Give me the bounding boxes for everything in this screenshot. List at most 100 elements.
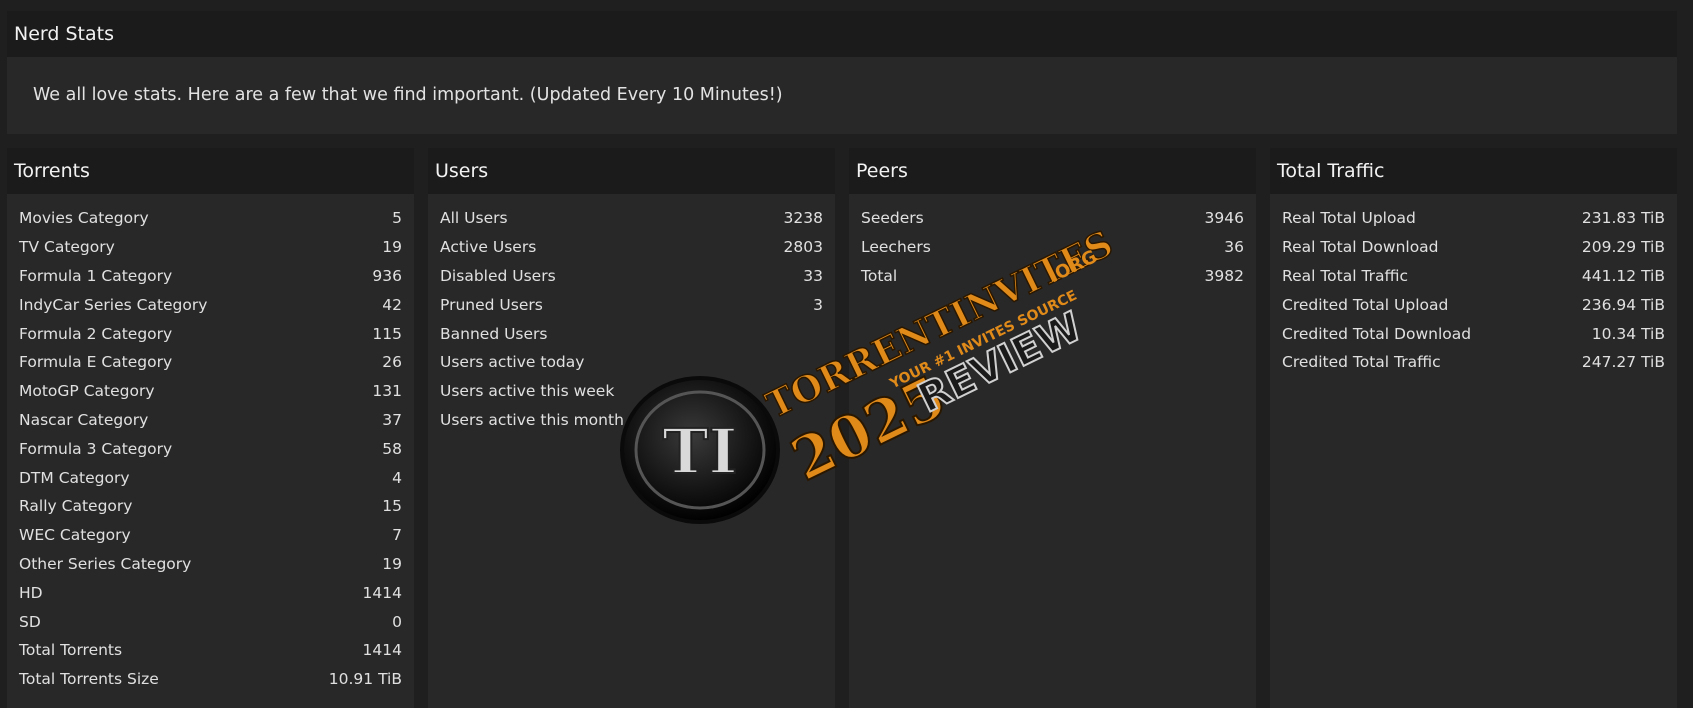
stat-row-formula-e-category: Formula E Category 26 [19, 348, 402, 377]
stat-label: Other Series Category [19, 554, 192, 573]
stat-label: Banned Users [440, 324, 548, 343]
stat-label: DTM Category [19, 468, 130, 487]
stat-label: Credited Total Download [1282, 324, 1472, 343]
stat-value: 3 [813, 295, 823, 314]
stat-value: 231.83 TiB [1581, 209, 1665, 228]
stat-label: IndyCar Series Category [19, 295, 208, 314]
stat-label: Real Total Download [1282, 238, 1439, 257]
stat-label: Credited Total Upload [1282, 295, 1449, 314]
stat-value: 10.34 TiB [1591, 324, 1665, 343]
stat-label: Total Torrents [19, 641, 123, 660]
stat-value: 936 [372, 266, 402, 285]
stat-value: 209.29 TiB [1581, 238, 1665, 257]
stat-row-disabled-users: Disabled Users 33 [440, 262, 823, 291]
stat-row-seeders: Seeders 3946 [861, 204, 1244, 233]
stat-row-users-active-this-month: Users active this month [440, 406, 823, 435]
stat-row-motogp-category: MotoGP Category 131 [19, 377, 402, 406]
stat-value: 3982 [1204, 266, 1244, 285]
stat-value: 2803 [783, 238, 823, 257]
stat-value: 58 [382, 439, 402, 458]
stat-value: 10.91 TiB [328, 670, 402, 689]
stat-label: Pruned Users [440, 295, 543, 314]
stat-row-banned-users: Banned Users [440, 319, 823, 348]
stat-value: 26 [382, 353, 402, 372]
torrents-panel-title: Torrents [14, 160, 90, 182]
users-stats-list: All Users 3238 Active Users 2803 Disabled … [428, 194, 835, 434]
stat-value: 0 [392, 612, 402, 631]
stat-row-formula-3-category: Formula 3 Category 58 [19, 434, 402, 463]
stat-value: 36 [1224, 238, 1244, 257]
stat-value: 33 [803, 266, 823, 285]
stat-value: 4 [392, 468, 402, 487]
stat-label: HD [19, 583, 43, 602]
stat-value: 131 [372, 382, 402, 401]
stat-label: Users active this week [440, 382, 615, 401]
stat-row-tv-category: TV Category 19 [19, 233, 402, 262]
stat-value: 7 [392, 526, 402, 545]
torrents-stats-list: Movies Category 5 TV Category 19 Formula 1… [7, 194, 414, 694]
stat-value: 3238 [783, 209, 823, 228]
stat-label: Formula E Category [19, 353, 173, 372]
stat-label: Rally Category [19, 497, 133, 516]
stat-label: Movies Category [19, 209, 149, 228]
stat-row-nascar-category: Nascar Category 37 [19, 406, 402, 435]
stat-row-total-torrents: Total Torrents 1414 [19, 636, 402, 665]
peers-panel-header: Peers [849, 148, 1256, 194]
stat-row-sd: SD 0 [19, 607, 402, 636]
stat-row-rally-category: Rally Category 15 [19, 492, 402, 521]
stat-label: Users active this month [440, 410, 624, 429]
stat-row-all-users: All Users 3238 [440, 204, 823, 233]
stat-row-credited-total-download: Credited Total Download 10.34 TiB [1282, 319, 1665, 348]
intro-description: We all love stats. Here are a few that w… [33, 85, 783, 105]
stat-label: Active Users [440, 238, 537, 257]
stat-row-movies-category: Movies Category 5 [19, 204, 402, 233]
torrents-panel: Torrents Movies Category 5 TV Category 19 … [7, 148, 414, 708]
stat-label: Credited Total Traffic [1282, 353, 1441, 372]
intro-header: Nerd Stats [7, 11, 1677, 57]
stat-value: 15 [382, 497, 402, 516]
traffic-stats-list: Real Total Upload 231.83 TiB Real Total D… [1270, 194, 1677, 377]
torrents-panel-header: Torrents [7, 148, 414, 194]
peers-stats-list: Seeders 3946 Leechers 36 Total 3982 [849, 194, 1256, 290]
stat-row-hd: HD 1414 [19, 578, 402, 607]
stat-label: Leechers [861, 238, 931, 257]
stat-label: All Users [440, 209, 508, 228]
stat-value: 19 [382, 554, 402, 573]
stat-value: 247.27 TiB [1581, 353, 1665, 372]
stat-label: Formula 3 Category [19, 439, 173, 458]
stat-row-active-users: Active Users 2803 [440, 233, 823, 262]
stat-label: Total Torrents Size [19, 670, 159, 689]
peers-panel: Peers Seeders 3946 Leechers 36 Total 3982 [849, 148, 1256, 708]
stat-label: SD [19, 612, 41, 631]
stat-label: Seeders [861, 209, 924, 228]
stat-value: 42 [382, 295, 402, 314]
total-traffic-panel-title: Total Traffic [1277, 160, 1385, 182]
total-traffic-panel: Total Traffic Real Total Upload 231.83 Ti… [1270, 148, 1677, 708]
total-traffic-panel-header: Total Traffic [1270, 148, 1677, 194]
intro-panel: Nerd Stats We all love stats. Here are a… [7, 11, 1677, 134]
stat-value: 1414 [362, 583, 402, 602]
stat-row-formula-2-category: Formula 2 Category 115 [19, 319, 402, 348]
stat-value: 1414 [362, 641, 402, 660]
stat-row-total-torrents-size: Total Torrents Size 10.91 TiB [19, 665, 402, 694]
stat-row-indycar-series-category: IndyCar Series Category 42 [19, 290, 402, 319]
stat-label: Formula 1 Category [19, 266, 173, 285]
stat-row-other-series-category: Other Series Category 19 [19, 550, 402, 579]
stat-row-total-peers: Total 3982 [861, 262, 1244, 291]
stat-label: MotoGP Category [19, 382, 155, 401]
stat-row-real-total-download: Real Total Download 209.29 TiB [1282, 233, 1665, 262]
stat-row-wec-category: WEC Category 7 [19, 521, 402, 550]
stat-label: Total [861, 266, 898, 285]
stat-value: 5 [392, 209, 402, 228]
users-panel-header: Users [428, 148, 835, 194]
stat-value: 3946 [1204, 209, 1244, 228]
intro-title: Nerd Stats [14, 23, 114, 45]
stat-label: Formula 2 Category [19, 324, 173, 343]
stat-row-users-active-today: Users active today [440, 348, 823, 377]
stat-row-leechers: Leechers 36 [861, 233, 1244, 262]
stat-label: WEC Category [19, 526, 131, 545]
stat-label: TV Category [19, 238, 115, 257]
stat-label: Real Total Upload [1282, 209, 1416, 228]
stat-row-credited-total-upload: Credited Total Upload 236.94 TiB [1282, 290, 1665, 319]
stat-value: 236.94 TiB [1581, 295, 1665, 314]
